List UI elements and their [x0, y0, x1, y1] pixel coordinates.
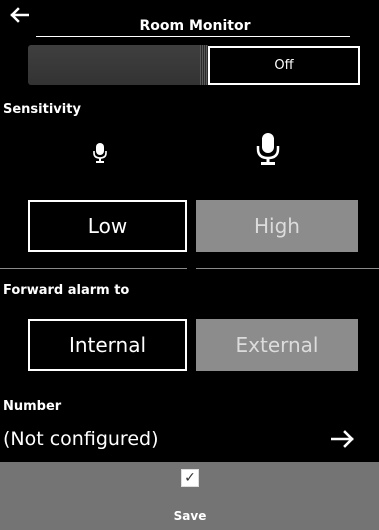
checkmark-icon[interactable]: ✓	[181, 469, 199, 487]
forward-internal-button[interactable]: Internal	[28, 319, 187, 371]
toggle-off-label: Off	[208, 46, 360, 85]
save-button[interactable]: Save	[150, 509, 230, 523]
back-button[interactable]	[6, 2, 32, 28]
arrow-left-icon	[10, 7, 29, 23]
arrow-right-icon	[331, 430, 354, 448]
number-value: (Not configured)	[3, 428, 159, 450]
page-title: Room Monitor	[139, 18, 251, 34]
divider-right	[196, 268, 379, 269]
sensitivity-high-button[interactable]: High	[196, 200, 358, 252]
sensitivity-low-button[interactable]: Low	[28, 200, 187, 252]
microphone-small-icon	[93, 143, 107, 163]
forward-alarm-label: Forward alarm to	[3, 283, 130, 298]
divider-left	[0, 268, 187, 269]
number-label: Number	[3, 399, 62, 414]
toggle-track	[28, 45, 208, 85]
forward-external-button[interactable]: External	[196, 319, 358, 371]
title-underline	[36, 36, 350, 37]
microphone-large-icon	[256, 133, 280, 165]
sensitivity-label: Sensitivity	[3, 102, 81, 117]
toggle-handle[interactable]	[200, 45, 208, 85]
